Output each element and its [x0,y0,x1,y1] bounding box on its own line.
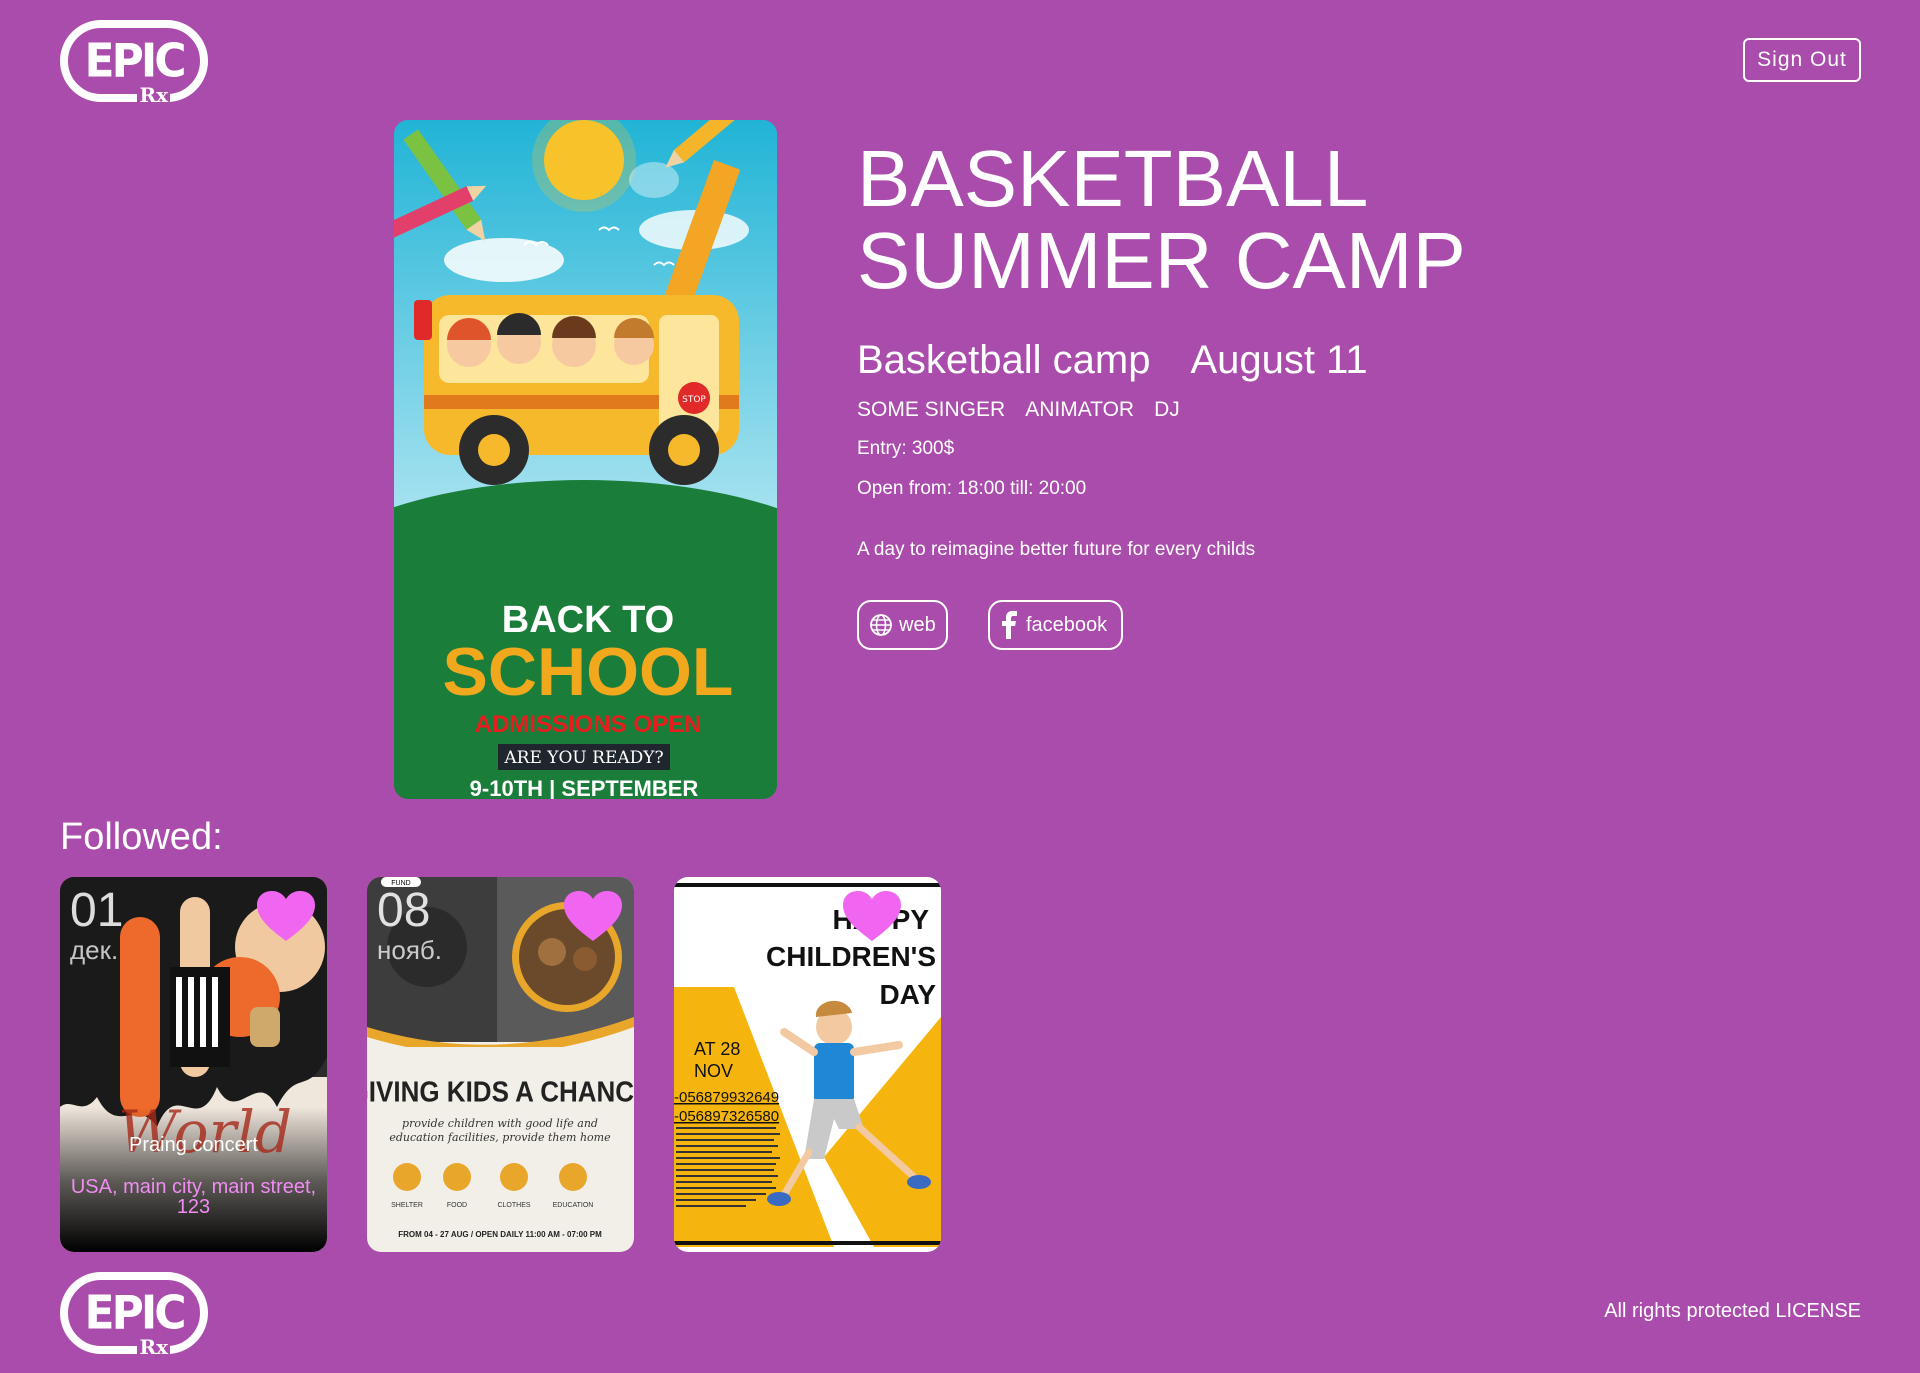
card-day: 25 [684,884,738,937]
card-address: USA, main city, main street, 123 [70,1176,317,1218]
event-description: A day to reimagine better future for eve… [857,539,1256,560]
performers-list: SOME SINGER ANIMATOR DJ [857,398,1180,422]
card-day: 01 [70,884,124,937]
footer-license-text[interactable]: All rights protected LICENSE [1603,1300,1861,1323]
card-poster-at1: AT 28 [694,1039,740,1059]
card-day: 08 [377,884,431,937]
card-poster-icon-label: EDUCATION [553,1202,594,1209]
entry-price: Entry: 300$ [857,438,955,459]
heart-icon[interactable] [257,891,315,943]
logo-text: EPIC [84,34,187,89]
card-poster-icon-label: CLOTHES [497,1202,530,1209]
footer-logo[interactable]: EPIC Rx [60,1272,208,1359]
card-month: нояб. [377,935,443,965]
card-poster-icon-label: SHELTER [391,1202,423,1209]
card-month: дек. [70,935,119,965]
heart-icon[interactable] [843,891,901,943]
header-logo[interactable]: EPIC Rx [60,20,208,107]
logo-sub: Rx [137,1335,170,1359]
card-title: Praing concert [129,1134,258,1156]
poster-line2: SCHOOL [443,634,734,710]
poster-line5: 9-10TH | SEPTEMBER [470,776,699,799]
card-poster-icon-label: FOOD [447,1202,467,1209]
poster-line4: ARE YOU READY? [503,748,663,768]
followed-card[interactable]: World 01 дек. Praing concert USA, main c… [60,877,327,1252]
card-poster-sub1: provide children with good life and [402,1117,598,1130]
followed-card[interactable]: FUND GIVING KIDS A CHANCE provide childr… [367,877,634,1252]
card-poster-title: GIVING KIDS A CHANCE [367,1075,634,1107]
event-title: BASKETBALL SUMMER CAMP [857,134,1466,305]
facebook-icon [1002,611,1017,639]
followed-card[interactable]: HAPPY CHILDREN'S DAY AT 28 NOV -05687993… [674,877,941,1252]
web-link-label: web [899,613,936,636]
event-subtitle: Basketball camp August 11 [857,338,1368,383]
sign-out-button[interactable]: Sign Out [1743,38,1861,82]
card-month: дек. [684,935,733,965]
logo-text: EPIC [84,1286,187,1341]
performer-item: SOME SINGER [857,398,1006,421]
followed-heading: Followed: [60,816,223,858]
web-link-button[interactable]: web [857,600,948,650]
open-hours: Open from: 18:00 till: 20:00 [857,478,1087,499]
card-poster-footer: FROM 04 - 27 AUG / OPEN DAILY 11:00 AM -… [398,1230,602,1239]
performer-item: ANIMATOR [1025,398,1135,421]
card-poster-sub2: education facilities, provide them home [389,1131,611,1144]
logo-sub: Rx [137,83,170,107]
heart-icon[interactable] [564,891,622,943]
globe-icon [870,614,892,636]
card-poster-title3: DAY [879,979,936,1010]
card-poster-phone1: -056879932649 [674,1089,779,1106]
poster-line3: ADMISSIONS OPEN [475,711,702,738]
event-poster: STOP BACK TO SCHOOL ADMISSIONS OPEN ARE … [394,120,777,799]
event-date: August 11 [1190,338,1368,382]
performer-item: DJ [1154,398,1180,421]
poster-stop-text: STOP [682,395,706,405]
card-poster-at2: NOV [694,1061,733,1081]
facebook-link-button[interactable]: facebook [988,600,1123,650]
event-category: Basketball camp [857,338,1151,382]
card-poster-phone2: -056897326580 [674,1108,779,1125]
facebook-link-label: facebook [1026,613,1108,636]
card-poster-title2: CHILDREN'S [766,941,936,972]
